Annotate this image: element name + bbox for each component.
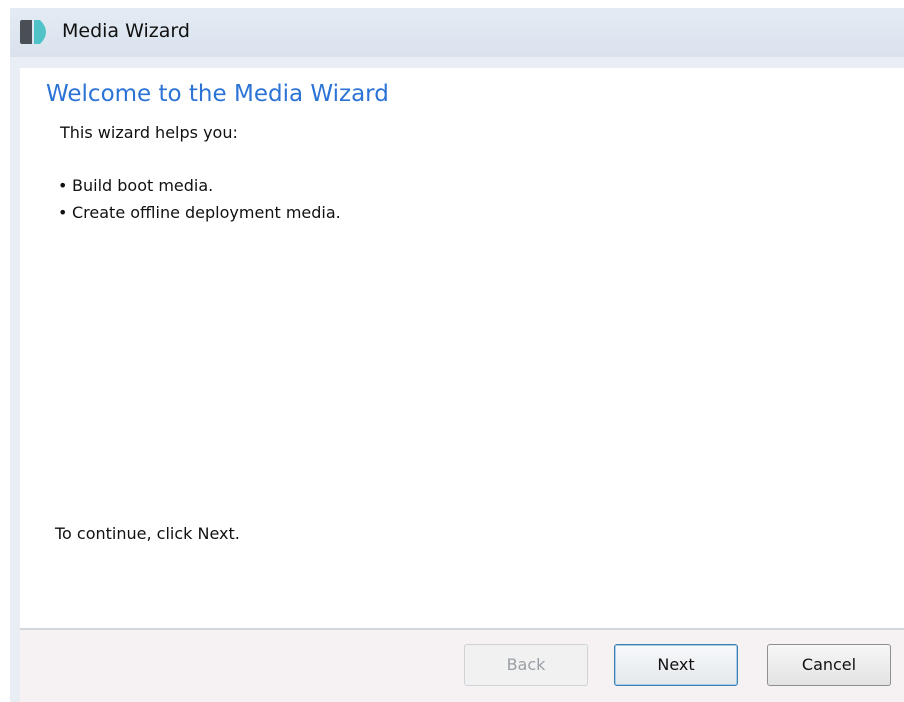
bullet-icon: • — [58, 203, 68, 222]
next-button[interactable]: Next — [614, 644, 738, 686]
title-bar[interactable]: Media Wizard — [10, 8, 904, 57]
feature-list: • Build boot media. • Create offline deplo… — [58, 176, 341, 230]
intro-text: This wizard helps you: — [60, 123, 238, 142]
page-heading: Welcome to the Media Wizard — [46, 81, 389, 107]
button-bar: Back Next Cancel — [20, 630, 904, 702]
list-item-text: Create offline deployment media. — [72, 203, 341, 222]
cancel-button[interactable]: Cancel — [767, 644, 891, 686]
wizard-content: Welcome to the Media Wizard This wizard … — [20, 68, 904, 628]
bullet-icon: • — [58, 176, 68, 195]
continue-instruction: To continue, click Next. — [55, 524, 240, 543]
media-wizard-app-icon — [20, 20, 46, 44]
back-button[interactable]: Back — [464, 644, 588, 686]
list-item: • Build boot media. — [58, 176, 341, 203]
media-wizard-window: Media Wizard Welcome to the Media Wizard… — [10, 8, 904, 702]
list-item-text: Build boot media. — [72, 176, 214, 195]
window-title: Media Wizard — [62, 20, 190, 42]
list-item: • Create offline deployment media. — [58, 203, 341, 230]
